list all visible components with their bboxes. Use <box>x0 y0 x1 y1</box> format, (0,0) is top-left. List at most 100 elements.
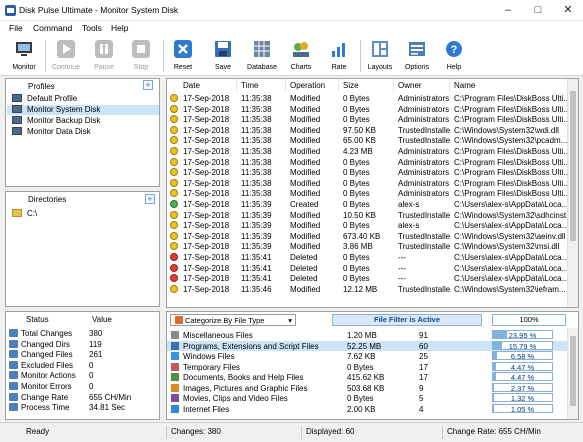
close-button[interactable]: ✕ <box>553 0 583 21</box>
layouts-button[interactable]: Layouts <box>362 38 398 74</box>
categorize-dropdown[interactable]: Categorize By File Type ▾ <box>170 314 296 326</box>
event-row[interactable]: 17-Sep-2018 11:35:41 Deleted 0 Bytes --- C:\U… <box>167 263 567 274</box>
pause-icon <box>95 40 113 58</box>
percent-fill <box>493 404 494 412</box>
directory-item[interactable]: C:\ <box>12 209 37 219</box>
profile-item[interactable]: Default Profile <box>12 94 77 104</box>
col-size[interactable]: Size <box>339 79 394 92</box>
modified-status-icon <box>170 94 178 102</box>
menu-command[interactable]: Command <box>33 23 72 33</box>
menu-tools[interactable]: Tools <box>82 23 102 33</box>
created-status-icon <box>170 200 178 208</box>
modified-status-icon <box>170 231 178 240</box>
menu-file[interactable]: File <box>9 23 23 33</box>
scroll-thumb[interactable] <box>570 336 576 406</box>
profile-item[interactable]: Monitor Data Disk <box>12 127 91 137</box>
modified-status-icon <box>170 168 178 177</box>
event-date: 17-Sep-2018 <box>183 231 230 241</box>
category-row[interactable]: Miscellaneous Files 1.20 MB 91 23.95 % <box>167 330 567 341</box>
event-date: 17-Sep-2018 <box>183 136 230 146</box>
category-row[interactable]: Windows Files 7.62 KB 25 6.58 % <box>167 351 567 362</box>
category-row[interactable]: Movies, Clips and Video Files 0 Bytes 5 1.3… <box>167 393 567 404</box>
maximize-button[interactable]: □ <box>523 0 553 21</box>
col-owner[interactable]: Owner <box>394 79 450 92</box>
event-size: 0 Bytes <box>343 104 370 114</box>
pause-button[interactable]: Pause <box>86 38 122 74</box>
col-name[interactable]: Name <box>450 79 568 92</box>
event-op: Modified <box>290 242 321 252</box>
event-row[interactable]: 17-Sep-2018 11:35:38 Modified 0 Bytes Admini… <box>167 93 567 104</box>
file-filter-status[interactable]: File Filter is Active <box>332 314 482 326</box>
event-row[interactable]: 17-Sep-2018 11:35:38 Modified 0 Bytes Admini… <box>167 178 567 189</box>
category-percent-bar: 6.58 % <box>492 351 553 361</box>
continue-button[interactable]: Continue <box>48 38 84 74</box>
event-row[interactable]: 17-Sep-2018 11:35:38 Modified 0 Bytes Admini… <box>167 167 567 178</box>
add-directory-icon[interactable]: + <box>145 194 155 204</box>
help-button[interactable]: ? Help <box>436 38 472 74</box>
scroll-thumb[interactable] <box>570 91 576 241</box>
event-row[interactable]: 17-Sep-2018 11:35:38 Modified 0 Bytes Admini… <box>167 188 567 199</box>
event-name: C:\Windows\System32\pcadm... <box>454 136 567 146</box>
event-row[interactable]: 17-Sep-2018 11:35:39 Modified 3.86 MB Truste… <box>167 241 567 252</box>
event-row[interactable]: 17-Sep-2018 11:35:38 Modified 0 Bytes Admini… <box>167 114 567 125</box>
profile-item-selected[interactable]: Monitor System Disk <box>7 105 159 115</box>
stop-button[interactable]: Stop <box>123 38 159 74</box>
event-row[interactable]: 17-Sep-2018 11:35:38 Modified 4.23 MB Admini… <box>167 146 567 157</box>
event-op: Modified <box>290 136 321 146</box>
category-row[interactable]: Documents, Books and Help Files 415.62 KB… <box>167 372 567 383</box>
profile-item[interactable]: Monitor Backup Disk <box>12 116 100 126</box>
add-profile-icon[interactable]: + <box>143 80 153 90</box>
event-size: 0 Bytes <box>343 221 370 231</box>
status-value: 261 <box>89 350 103 360</box>
menu-help[interactable]: Help <box>111 23 128 33</box>
category-row[interactable]: Temporary Files 0 Bytes 17 4.47 % <box>167 361 567 373</box>
col-time[interactable]: Time <box>237 79 286 92</box>
event-row[interactable]: 17-Sep-2018 11:35:39 Created 0 Bytes alex-s C… <box>167 199 567 210</box>
reset-button[interactable]: Reset <box>165 38 201 74</box>
charts-icon <box>293 42 309 57</box>
event-row[interactable]: 17-Sep-2018 11:35:38 Modified 65.00 KB Trust… <box>167 135 567 146</box>
category-scrollbar[interactable] <box>567 328 578 419</box>
col-operation[interactable]: Operation <box>286 79 339 92</box>
event-size: 0 Bytes <box>343 263 370 273</box>
category-name: Miscellaneous Files <box>183 331 253 340</box>
monitor-button[interactable]: Monitor <box>6 38 42 74</box>
status-label: Change Rate <box>21 392 69 402</box>
database-button[interactable]: Database <box>244 38 280 74</box>
event-owner: --- <box>398 253 406 262</box>
event-size: 10.50 KB <box>343 210 376 220</box>
event-row[interactable]: 17-Sep-2018 11:35:38 Modified 0 Bytes Admini… <box>167 104 567 115</box>
event-size: 4.23 MB <box>343 147 373 156</box>
percent-fill <box>493 362 496 370</box>
event-op: Modified <box>290 94 321 103</box>
event-row[interactable]: 17-Sep-2018 11:35:41 Deleted 0 Bytes --- C:\U… <box>167 273 567 284</box>
category-row[interactable]: Internet Files 2.00 KB 4 1.05 % <box>167 403 567 415</box>
event-row[interactable]: 17-Sep-2018 11:35:41 Deleted 0 Bytes --- C:\U… <box>167 252 567 263</box>
events-scrollbar[interactable] <box>567 79 578 307</box>
charts-button[interactable]: Charts <box>283 38 319 74</box>
event-row[interactable]: 17-Sep-2018 11:35:46 Modified 12.12 MB Trust… <box>167 284 567 295</box>
stop-icon <box>132 40 150 58</box>
save-button[interactable]: Save <box>205 38 241 74</box>
options-button[interactable]: Options <box>399 38 435 74</box>
minimize-button[interactable]: – <box>493 0 523 21</box>
event-row[interactable]: 17-Sep-2018 11:35:38 Modified 0 Bytes Admini… <box>167 157 567 168</box>
file-type-icon <box>171 394 179 402</box>
category-row[interactable]: Images, Pictures and Graphic Files 503.68… <box>167 382 567 394</box>
category-count: 17 <box>419 362 428 372</box>
event-date: 17-Sep-2018 <box>183 125 230 135</box>
rate-button[interactable]: Rate <box>321 38 357 74</box>
event-row[interactable]: 17-Sep-2018 11:35:39 Modified 0 Bytes alex-s… <box>167 220 567 231</box>
category-row[interactable]: Programs, Extensions and Script Files 52.… <box>167 340 567 351</box>
event-row[interactable]: 17-Sep-2018 11:35:38 Modified 97.50 KB Trust… <box>167 125 567 136</box>
category-size: 0 Bytes <box>347 394 374 403</box>
event-date: 17-Sep-2018 <box>183 221 230 231</box>
event-date: 17-Sep-2018 <box>183 189 230 199</box>
category-size: 0 Bytes <box>347 362 374 372</box>
event-name: C:\Users\alex-s\AppData\Loca... <box>454 263 567 273</box>
category-count: 9 <box>419 383 424 393</box>
event-row[interactable]: 17-Sep-2018 11:35:39 Modified 673.40 KB Trus… <box>167 231 567 242</box>
col-date[interactable]: Date <box>179 79 237 92</box>
event-name: C:\Program Files\DiskBoss Ulti... <box>454 115 567 125</box>
event-row[interactable]: 17-Sep-2018 11:35:39 Modified 10.50 KB Trust… <box>167 210 567 221</box>
